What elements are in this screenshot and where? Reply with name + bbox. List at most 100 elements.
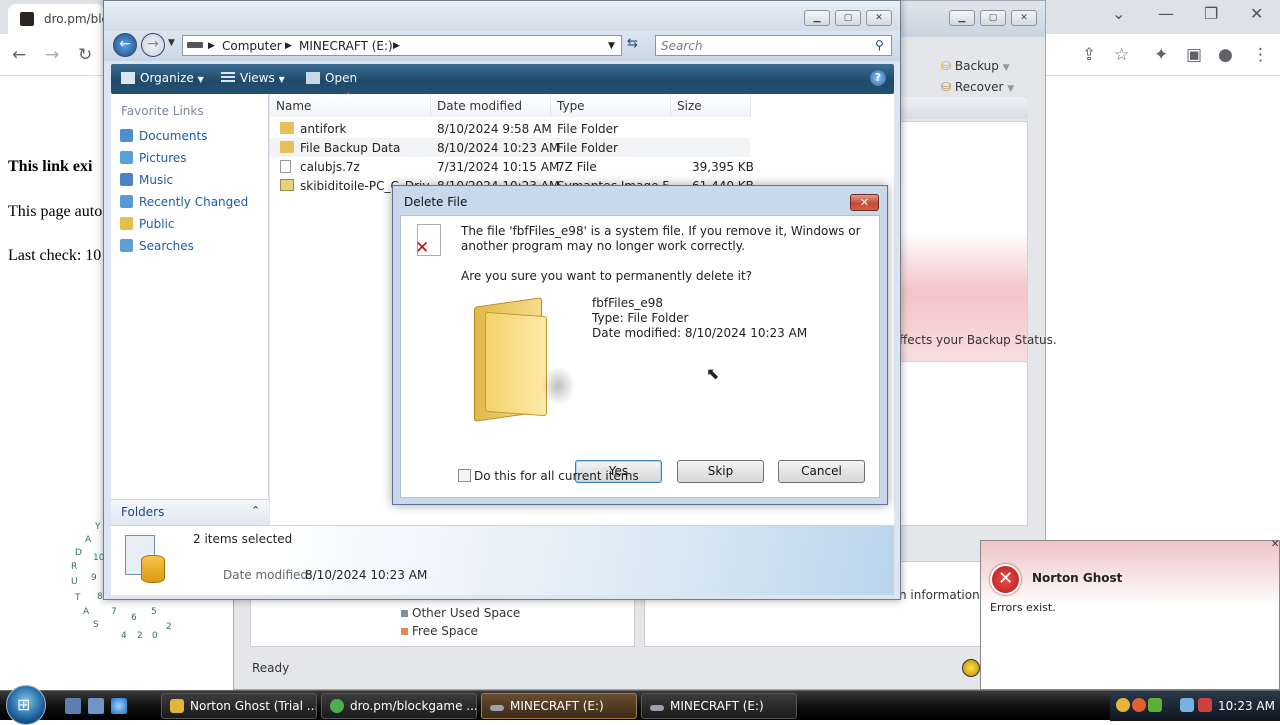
target-file-date: Date modified: 8/10/2024 10:23 AM	[592, 326, 808, 340]
volume-muted-icon[interactable]	[1198, 698, 1212, 712]
menu-kebab-icon[interactable]: ⋮	[1252, 45, 1269, 65]
minimize-icon[interactable]: ▁	[949, 10, 975, 26]
bookmark-star-icon[interactable]: ☆	[1114, 45, 1129, 65]
taskbar-clock[interactable]: 10:23 AM	[1218, 699, 1275, 713]
navigation-pane: Favorite Links Documents Pictures Music …	[111, 94, 269, 525]
address-dropdown-icon[interactable]: ▼	[608, 41, 615, 51]
side-panel-icon[interactable]: ▣	[1186, 45, 1202, 65]
history-dropdown-icon[interactable]: ▼	[168, 38, 175, 48]
multiple-files-icon	[123, 533, 167, 587]
close-icon[interactable]: ✕	[1011, 10, 1037, 26]
minimize-icon[interactable]: —	[1158, 4, 1174, 23]
back-button[interactable]: ←	[113, 33, 137, 57]
maximize-icon[interactable]: ▢	[980, 10, 1006, 26]
column-size[interactable]: Size	[671, 94, 751, 117]
error-icon: ✕	[990, 564, 1021, 595]
internet-explorer-icon[interactable]	[111, 698, 127, 714]
file-row[interactable]: calubjs.7z 7/31/2024 10:15 AM 7Z File 39…	[270, 157, 754, 176]
reload-icon[interactable]: ↻	[78, 45, 92, 65]
nav-recover[interactable]: ⛁ Recover ▼	[941, 80, 1014, 94]
folders-toggle[interactable]: Folders ⌃	[111, 499, 269, 525]
system-tray: 10:23 AM	[1110, 691, 1280, 721]
minimize-icon[interactable]: ▁	[804, 10, 830, 26]
confirm-question: Are you sure you want to permanently del…	[461, 269, 753, 283]
music-icon	[120, 173, 133, 186]
switch-windows-icon[interactable]	[88, 698, 104, 714]
extensions-icon[interactable]: ✦	[1154, 45, 1168, 65]
restore-icon[interactable]: ❐	[1204, 4, 1218, 23]
breadcrumb-separator-icon: ▶	[208, 41, 215, 51]
favorite-pictures[interactable]: Pictures	[120, 151, 187, 165]
legend-other-used: Other Used Space	[401, 606, 520, 620]
favorite-searches[interactable]: Searches	[120, 239, 194, 253]
notification-title: Norton Ghost	[1032, 571, 1123, 585]
recover-icon: ⛁	[941, 80, 952, 94]
public-folder-icon	[120, 217, 133, 230]
forward-arrow-icon[interactable]: →	[45, 45, 59, 65]
views-button[interactable]: Views ▼	[221, 71, 285, 85]
favorite-public[interactable]: Public	[120, 217, 175, 231]
chevron-down-icon[interactable]: ⌄	[1112, 4, 1125, 23]
nav-backup[interactable]: ⛁ Backup ▼	[941, 59, 1010, 73]
site-favicon-icon	[20, 12, 34, 26]
start-button[interactable]: ⊞	[6, 685, 46, 725]
drive-usage-panel: Other Used Space Free Space	[250, 599, 635, 647]
close-icon[interactable]: ✕	[1250, 4, 1263, 23]
update-icon[interactable]	[1148, 698, 1162, 712]
browser-tab[interactable]: dro.pm/blc	[8, 4, 108, 34]
backup-status-panel: ffects your Backup Status.	[894, 121, 1057, 366]
maximize-icon[interactable]: ▢	[835, 10, 861, 26]
system-file-message: The file 'fbfFiles_e98' is a system file…	[461, 224, 861, 253]
search-input[interactable]: Search ⚲	[655, 35, 892, 56]
network-icon[interactable]	[1180, 698, 1194, 712]
forward-button[interactable]: →	[141, 33, 165, 57]
security-alert-icon[interactable]	[1132, 698, 1146, 712]
dialog-close-button[interactable]: ✕	[850, 194, 879, 211]
organize-button[interactable]: Organize ▼	[121, 71, 204, 85]
backup-status-text: ffects your Backup Status.	[899, 333, 1057, 347]
mouse-cursor-icon: ⬉	[706, 364, 720, 383]
norton-notification[interactable]: ✕ ✕ Norton Ghost Errors exist.	[980, 539, 1280, 690]
breadcrumb-separator-icon: ▶	[393, 41, 400, 51]
page-heading: This link exi	[8, 158, 93, 175]
search-placeholder: Search	[661, 39, 703, 53]
help-icon[interactable]: ?	[870, 70, 886, 86]
organize-icon	[121, 72, 135, 84]
taskbar-item-chrome[interactable]: dro.pm/blockgame ...	[321, 693, 477, 719]
close-icon[interactable]: ✕	[1271, 539, 1279, 550]
open-button[interactable]: Open	[306, 71, 357, 85]
cancel-button[interactable]: Cancel	[778, 460, 865, 483]
file-row[interactable]: File Backup Data 8/10/2024 10:23 AM File…	[270, 138, 750, 157]
norton-tray-icon[interactable]	[1116, 698, 1130, 712]
folder-icon	[471, 296, 581, 426]
skip-button[interactable]: Skip	[677, 460, 764, 483]
favorite-music[interactable]: Music	[120, 173, 173, 187]
taskbar-item-norton[interactable]: Norton Ghost (Trial ...	[161, 693, 317, 719]
taskbar-item-minecraft-drive[interactable]: MINECRAFT (E:)	[481, 693, 637, 719]
drive-icon	[490, 705, 504, 711]
drive-icon	[650, 705, 664, 711]
favorite-documents[interactable]: Documents	[120, 129, 207, 143]
column-type[interactable]: Type	[551, 94, 671, 117]
sort-arrow-icon: ^	[345, 91, 352, 100]
profile-icon[interactable]: ●	[1218, 45, 1233, 65]
breadcrumb-separator-icon: ▶	[285, 41, 292, 51]
show-desktop-icon[interactable]	[65, 698, 81, 714]
delete-file-dialog: Delete File ✕ ✕ The file 'fbfFiles_e98' …	[392, 185, 888, 505]
favorite-recently-changed[interactable]: Recently Changed	[120, 195, 248, 209]
address-bar[interactable]: ▶ Computer ▶ MINECRAFT (E:) ▶ ▼	[182, 35, 622, 56]
folder-icon	[280, 122, 294, 134]
share-icon[interactable]: ⇪	[1082, 45, 1096, 65]
apply-all-checkbox[interactable]	[458, 469, 471, 482]
column-name[interactable]: Name ^	[270, 91, 431, 117]
back-arrow-icon[interactable]: ←	[12, 45, 26, 65]
file-row[interactable]: antifork 8/10/2024 9:58 AM File Folder	[270, 119, 750, 138]
refresh-icon[interactable]: ⇆	[627, 36, 638, 51]
close-icon[interactable]: ✕	[866, 10, 892, 26]
breadcrumb-computer[interactable]: Computer	[222, 39, 282, 53]
breadcrumb-drive[interactable]: MINECRAFT (E:)	[299, 39, 393, 53]
search-icon[interactable]: ⚲	[875, 38, 884, 52]
column-date-modified[interactable]: Date modified	[431, 94, 551, 117]
norton-logo-icon	[962, 659, 980, 677]
taskbar-item-minecraft-drive-2[interactable]: MINECRAFT (E:)	[641, 693, 797, 719]
